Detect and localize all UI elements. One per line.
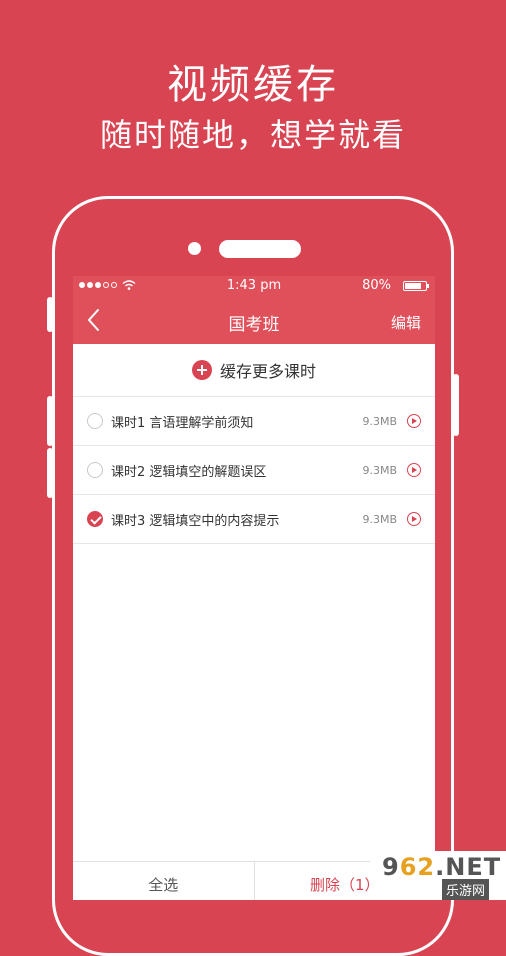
battery-percent: 80% (362, 278, 391, 293)
select-checkbox[interactable] (87, 511, 103, 527)
watermark-logo: 962.NET 乐游网 (370, 851, 506, 900)
promo-subtitle: 随时随地，想学就看 (99, 116, 406, 154)
play-icon[interactable] (407, 463, 421, 477)
lesson-row[interactable]: 课时1 言语理解学前须知 9.3MB (73, 397, 435, 446)
battery-icon (403, 281, 429, 291)
camera-icon (188, 242, 201, 255)
select-checkbox[interactable] (87, 413, 103, 429)
lesson-title: 课时3 逻辑填空中的内容提示 (111, 513, 280, 529)
nav-bar: 国考班 编辑 (73, 296, 435, 344)
lesson-size: 9.3MB (362, 463, 397, 477)
lesson-size: 9.3MB (362, 512, 397, 526)
plus-circle-icon (191, 360, 212, 380)
volume-down-button (47, 448, 53, 498)
lesson-list: 课时1 言语理解学前须知 9.3MB 课时2 逻辑填空的解题误区 9.3MB 课时3 逻… (73, 397, 435, 544)
play-icon[interactable] (407, 512, 421, 526)
lesson-title: 课时2 逻辑填空的解题误区 (111, 464, 267, 480)
promo-title: 视频缓存 (167, 62, 339, 108)
select-all-button[interactable]: 全选 (73, 862, 255, 900)
volume-up-button (47, 396, 53, 446)
lesson-row[interactable]: 课时3 逻辑填空中的内容提示 9.3MB (73, 495, 435, 544)
cache-more-label: 缓存更多课时 (219, 362, 316, 381)
page-title: 国考班 (228, 315, 280, 335)
mute-switch (47, 297, 53, 332)
select-checkbox[interactable] (87, 462, 103, 478)
lesson-size: 9.3MB (362, 414, 397, 428)
play-icon[interactable] (407, 414, 421, 428)
power-button (453, 374, 459, 436)
lesson-row[interactable]: 课时2 逻辑填空的解题误区 9.3MB (73, 446, 435, 495)
lesson-title: 课时1 言语理解学前须知 (111, 415, 254, 431)
speaker-icon (219, 240, 301, 258)
status-bar: 1:43 pm 80% (73, 276, 435, 296)
phone-screen: 1:43 pm 80% 国考班 编辑 缓存更多课时 课时1 言语理解学前须知 9.… (73, 276, 435, 900)
edit-button[interactable]: 编辑 (391, 312, 421, 333)
cache-more-button[interactable]: 缓存更多课时 (73, 344, 435, 397)
